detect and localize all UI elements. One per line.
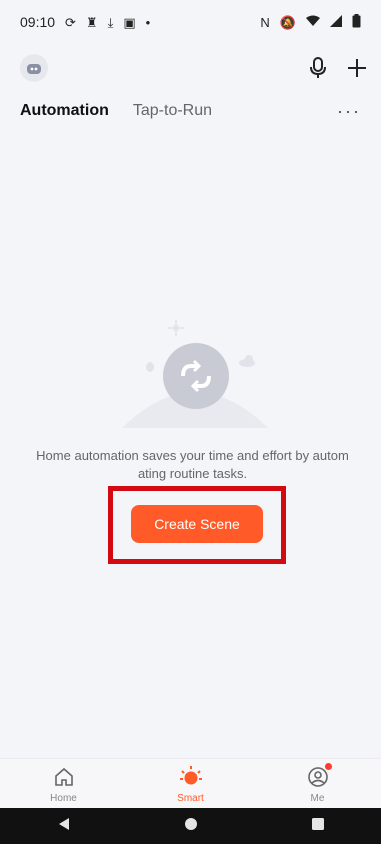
empty-state-message: Home automation saves your time and effo… <box>36 448 349 481</box>
download-done-icon: ⤓ <box>107 14 114 30</box>
sun-icon <box>179 765 203 789</box>
status-bar: 09:10 ⟳ ♜ ⤓ ▣ • N 🔕 <box>0 0 381 44</box>
battery-icon <box>352 13 361 31</box>
tab-bar: Automation Tap-to-Run ··· <box>0 96 381 126</box>
notification-badge <box>324 762 332 770</box>
profile-icon <box>306 762 332 789</box>
dot-icon: • <box>145 14 151 30</box>
nav-item-smart[interactable]: Smart <box>141 765 241 804</box>
wifi-icon <box>306 14 320 30</box>
bottom-nav: Home Smart Me <box>0 758 381 809</box>
nav-item-me[interactable]: Me <box>268 762 368 804</box>
nav-label-home: Home <box>50 792 77 804</box>
person-icon: ♜ <box>85 14 98 30</box>
mute-icon: 🔕 <box>279 14 296 30</box>
tab-automation[interactable]: Automation <box>20 102 109 120</box>
tab-tap-to-run[interactable]: Tap-to-Run <box>133 102 212 120</box>
system-nav-bar <box>0 808 381 844</box>
gallery-icon: ▣ <box>123 14 136 30</box>
empty-state-illustration <box>120 316 270 436</box>
more-options-icon[interactable]: ··· <box>337 101 361 122</box>
nfc-icon: N <box>260 14 270 30</box>
robot-avatar-icon[interactable] <box>20 54 48 82</box>
status-right: N 🔕 <box>260 13 361 31</box>
signal-icon <box>330 14 342 30</box>
back-icon[interactable] <box>57 817 71 836</box>
top-actions <box>309 57 367 79</box>
nav-label-me: Me <box>310 792 325 804</box>
home-icon <box>52 765 76 789</box>
nav-label-smart: Smart <box>177 792 204 804</box>
status-time: 09:10 <box>20 14 56 30</box>
plus-icon[interactable] <box>347 58 367 78</box>
status-left: 09:10 ⟳ ♜ ⤓ ▣ • <box>20 14 150 30</box>
recents-icon[interactable] <box>311 817 325 836</box>
top-bar <box>0 44 381 92</box>
create-scene-button[interactable]: Create Scene <box>131 505 263 543</box>
home-circle-icon[interactable] <box>184 817 198 836</box>
microphone-icon[interactable] <box>309 57 327 79</box>
nav-item-home[interactable]: Home <box>14 765 114 804</box>
sync-icon: ⟳ <box>65 14 76 30</box>
